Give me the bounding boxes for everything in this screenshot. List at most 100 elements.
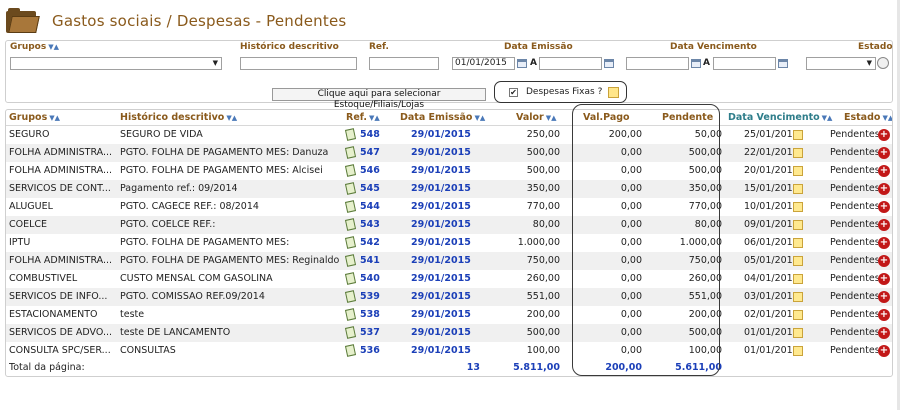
- table-row[interactable]: SERVICOS DE CONT... Pagamento ref.: 09/20…: [6, 180, 892, 198]
- add-payment-icon[interactable]: +: [878, 237, 890, 249]
- document-icon[interactable]: [344, 254, 357, 267]
- cell-emissao-link[interactable]: 29/01/2015: [411, 198, 481, 216]
- col-grupos[interactable]: Grupos ▼▲: [9, 110, 60, 126]
- document-icon[interactable]: [344, 218, 357, 231]
- filter-label-grupos[interactable]: Grupos ▼▲: [10, 42, 59, 52]
- col-ref[interactable]: Ref. ▼▲: [346, 110, 380, 126]
- table-row[interactable]: COELCE PGTO. COELCE REF.: 543 29/01/2015 80,…: [6, 216, 892, 234]
- table-row[interactable]: ALUGUEL PGTO. CAGECE REF.: 08/2014 544 29/0…: [6, 198, 892, 216]
- vencimento-from-input[interactable]: [626, 57, 689, 70]
- cell-ref-link[interactable]: 542: [360, 234, 390, 252]
- table-row[interactable]: SEGURO SEGURO DE VIDA 548 29/01/2015 250,00 2…: [6, 126, 892, 144]
- cell-ref-link[interactable]: 544: [360, 198, 390, 216]
- add-payment-icon[interactable]: +: [878, 183, 890, 195]
- cell-emissao-link[interactable]: 29/01/2015: [411, 162, 481, 180]
- document-icon[interactable]: [344, 236, 357, 249]
- cell-emissao-link[interactable]: 29/01/2015: [411, 252, 481, 270]
- ref-input[interactable]: [369, 57, 439, 70]
- add-payment-icon[interactable]: +: [878, 255, 890, 267]
- document-icon[interactable]: [344, 326, 357, 339]
- cell-emissao-link[interactable]: 29/01/2015: [411, 288, 481, 306]
- cell-emissao-link[interactable]: 29/01/2015: [411, 216, 481, 234]
- cell-emissao-link[interactable]: 29/01/2015: [411, 342, 481, 360]
- edit-date-icon[interactable]: [793, 238, 803, 248]
- add-payment-icon[interactable]: +: [878, 345, 890, 357]
- table-row[interactable]: ESTACIONAMENTO teste 538 29/01/2015 200,00 0,…: [6, 306, 892, 324]
- select-stores-button[interactable]: Clique aqui para selecionar Estoque/Fili…: [272, 88, 486, 110]
- edit-date-icon[interactable]: [793, 328, 803, 338]
- document-icon[interactable]: [344, 146, 357, 159]
- edit-date-icon[interactable]: [793, 220, 803, 230]
- fixed-expenses-checkbox[interactable]: ✔: [509, 87, 518, 97]
- add-payment-icon[interactable]: +: [878, 219, 890, 231]
- edit-date-icon[interactable]: [793, 256, 803, 266]
- edit-date-icon[interactable]: [793, 346, 803, 356]
- col-valor[interactable]: Valor ▼▲: [516, 110, 557, 126]
- edit-date-icon[interactable]: [793, 148, 803, 158]
- emissao-to-input[interactable]: [539, 57, 602, 70]
- cell-ref-link[interactable]: 538: [360, 306, 390, 324]
- cell-emissao-link[interactable]: 29/01/2015: [411, 306, 481, 324]
- document-icon[interactable]: [344, 344, 357, 357]
- cell-emissao-link[interactable]: 29/01/2015: [411, 324, 481, 342]
- col-vencimento[interactable]: Data Vencimento ▼▲: [728, 110, 832, 126]
- col-historico[interactable]: Histórico descritivo ▼▲: [120, 110, 237, 126]
- star-icon[interactable]: [608, 86, 620, 98]
- document-icon[interactable]: [344, 182, 357, 195]
- calendar-icon[interactable]: [778, 59, 788, 68]
- add-payment-icon[interactable]: +: [878, 165, 890, 177]
- document-icon[interactable]: [344, 200, 357, 213]
- estado-select[interactable]: ▼: [806, 57, 876, 70]
- add-payment-icon[interactable]: +: [878, 273, 890, 285]
- table-row[interactable]: FOLHA ADMINISTRA... PGTO. FOLHA DE PAGAME…: [6, 162, 892, 180]
- vencimento-to-input[interactable]: [713, 57, 776, 70]
- cell-emissao-link[interactable]: 29/01/2015: [411, 126, 481, 144]
- calendar-icon[interactable]: [604, 59, 614, 68]
- edit-date-icon[interactable]: [793, 310, 803, 320]
- add-payment-icon[interactable]: +: [878, 291, 890, 303]
- add-payment-icon[interactable]: +: [878, 129, 890, 141]
- document-icon[interactable]: [344, 128, 357, 141]
- document-icon[interactable]: [344, 272, 357, 285]
- cell-emissao-link[interactable]: 29/01/2015: [411, 234, 481, 252]
- add-payment-icon[interactable]: +: [878, 309, 890, 321]
- cell-ref-link[interactable]: 546: [360, 162, 390, 180]
- table-row[interactable]: FOLHA ADMINISTRA... PGTO. FOLHA DE PAGAME…: [6, 144, 892, 162]
- cell-emissao-link[interactable]: 29/01/2015: [411, 144, 481, 162]
- table-row[interactable]: SERVICOS DE INFO... PGTO. COMISSAO REF.09…: [6, 288, 892, 306]
- edit-date-icon[interactable]: [793, 184, 803, 194]
- edit-date-icon[interactable]: [793, 130, 803, 140]
- cell-ref-link[interactable]: 537: [360, 324, 390, 342]
- edit-date-icon[interactable]: [793, 202, 803, 212]
- cell-ref-link[interactable]: 547: [360, 144, 390, 162]
- edit-date-icon[interactable]: [793, 166, 803, 176]
- document-icon[interactable]: [344, 164, 357, 177]
- document-icon[interactable]: [344, 308, 357, 321]
- edit-date-icon[interactable]: [793, 274, 803, 284]
- cell-ref-link[interactable]: 541: [360, 252, 390, 270]
- table-row[interactable]: FOLHA ADMINISTRA... PGTO. FOLHA DE PAGAME…: [6, 252, 892, 270]
- cell-ref-link[interactable]: 543: [360, 216, 390, 234]
- historico-input[interactable]: [240, 57, 357, 70]
- add-payment-icon[interactable]: +: [878, 201, 890, 213]
- document-icon[interactable]: [344, 290, 357, 303]
- cell-ref-link[interactable]: 536: [360, 342, 390, 360]
- cell-emissao-link[interactable]: 29/01/2015: [411, 270, 481, 288]
- table-row[interactable]: CONSULTA SPC/SER... CONSULTAS 536 29/01/201…: [6, 342, 892, 360]
- grupos-select[interactable]: ▼: [10, 57, 222, 70]
- add-payment-icon[interactable]: +: [878, 327, 890, 339]
- cell-ref-link[interactable]: 545: [360, 180, 390, 198]
- add-payment-icon[interactable]: +: [878, 147, 890, 159]
- table-row[interactable]: COMBUSTIVEL CUSTO MENSAL COM GASOLINA 540 2…: [6, 270, 892, 288]
- calendar-icon[interactable]: [691, 59, 701, 68]
- cell-emissao-link[interactable]: 29/01/2015: [411, 180, 481, 198]
- emissao-from-input[interactable]: 01/01/2015: [452, 57, 515, 70]
- calendar-icon[interactable]: [517, 59, 527, 68]
- fixed-expenses-toggle[interactable]: ✔ Despesas Fixas ?: [494, 81, 627, 103]
- search-button[interactable]: [877, 57, 889, 69]
- table-row[interactable]: SERVICOS DE ADVO... teste DE LANCAMENTO 53…: [6, 324, 892, 342]
- table-row[interactable]: IPTU PGTO. FOLHA DE PAGAMENTO MES: 542 29/0…: [6, 234, 892, 252]
- col-estado[interactable]: Estado ▼▲: [844, 110, 892, 126]
- cell-ref-link[interactable]: 539: [360, 288, 390, 306]
- col-emissao[interactable]: Data Emissão ▼▲: [400, 110, 485, 126]
